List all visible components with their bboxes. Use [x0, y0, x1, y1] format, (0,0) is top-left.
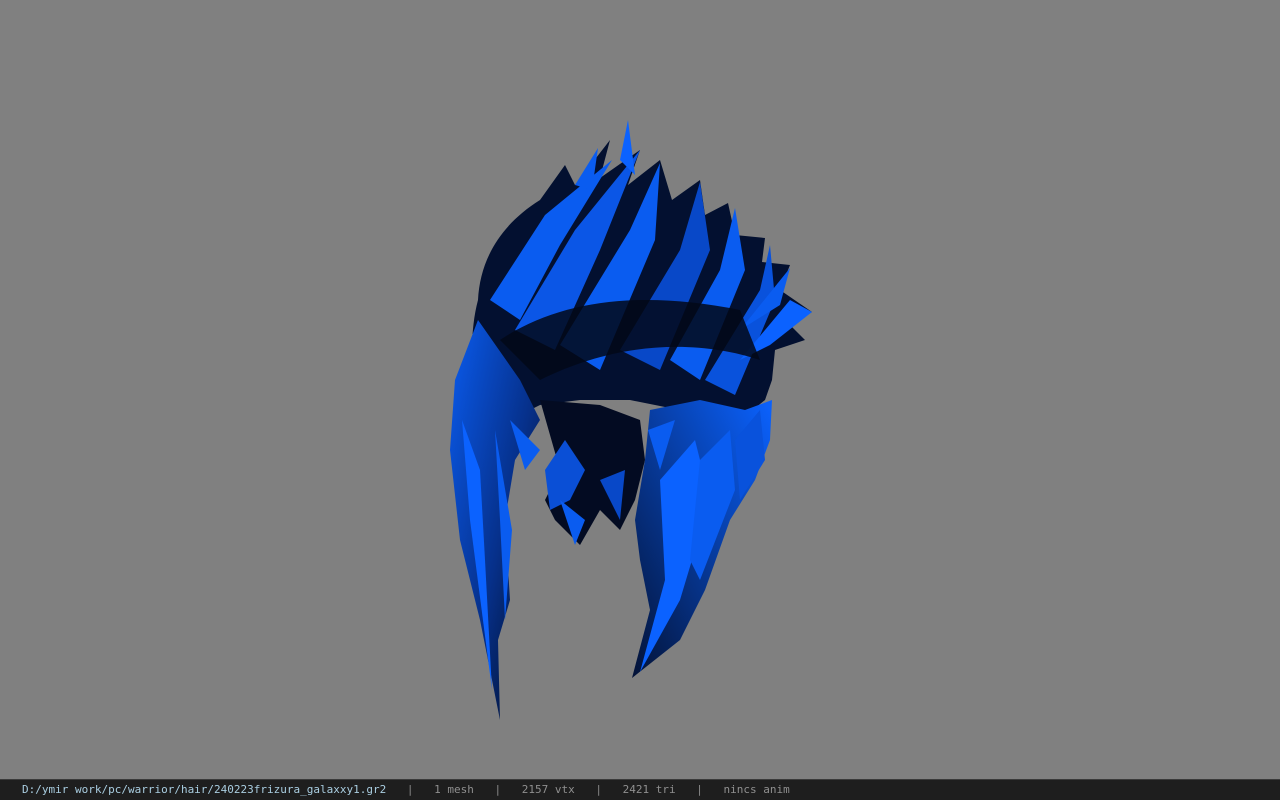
triangle-count: 2421 tri — [622, 783, 676, 796]
status-bar: D:/ymir work/pc/warrior/hair/240223frizu… — [0, 779, 1280, 800]
separator: | — [494, 783, 502, 796]
separator: | — [696, 783, 703, 796]
vertex-count: 2157 vtx — [521, 783, 575, 796]
hair-model[interactable] — [0, 0, 1280, 779]
mesh-count: 1 mesh — [434, 783, 474, 796]
separator: | — [595, 783, 602, 796]
separator: | — [406, 783, 414, 796]
animation-status: nincs anim — [723, 783, 790, 796]
3d-viewport[interactable] — [0, 0, 1280, 779]
file-path: D:/ymir work/pc/warrior/hair/240223frizu… — [22, 783, 387, 796]
